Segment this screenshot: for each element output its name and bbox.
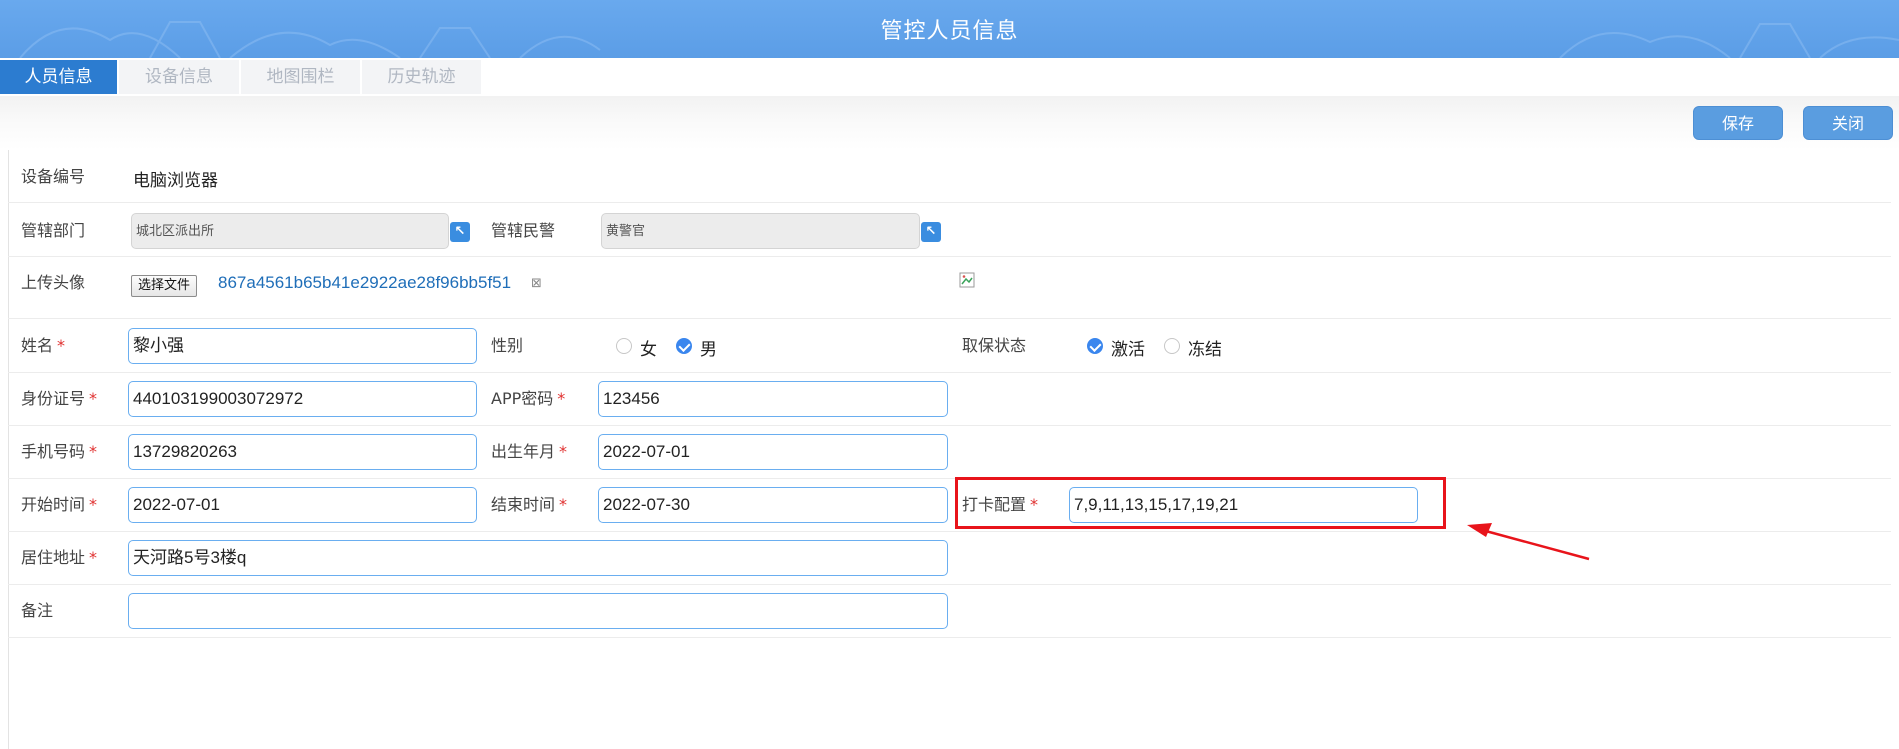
annotation-arrow-icon [1467,523,1590,561]
